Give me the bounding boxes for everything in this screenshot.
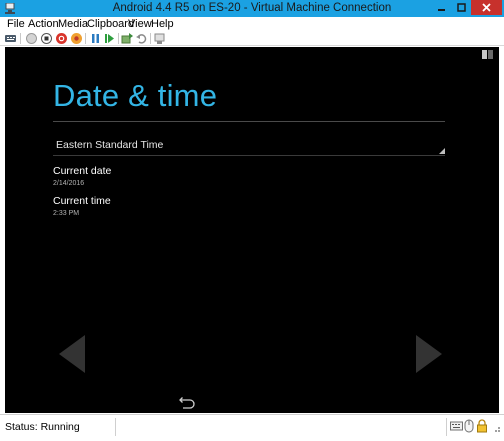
keyboard-icon	[450, 421, 463, 431]
mouse-icon	[464, 419, 474, 433]
maximize-icon	[457, 3, 466, 12]
window-titlebar[interactable]: Android 4.4 R5 on ES-20 - Virtual Machin…	[0, 0, 504, 17]
current-time-label: Current time	[53, 195, 111, 207]
vm-status: Status: Running	[5, 421, 80, 433]
current-date-value: 2/14/2016	[53, 180, 85, 187]
next-arrow-icon[interactable]	[416, 335, 442, 373]
enhanced-session-icon[interactable]	[153, 32, 166, 45]
window-title: Android 4.4 R5 on ES-20 - Virtual Machin…	[112, 2, 392, 14]
save-icon[interactable]	[70, 32, 83, 45]
current-date-label: Current date	[53, 165, 112, 177]
status-separator	[446, 418, 447, 436]
toolbar-separator	[150, 33, 151, 44]
menu-action[interactable]: Action	[28, 18, 59, 30]
shutdown-icon[interactable]	[55, 32, 68, 45]
close-icon	[482, 3, 491, 12]
pause-icon[interactable]	[89, 32, 102, 45]
current-time-value: 2:33 PM	[53, 210, 80, 217]
minimize-icon	[438, 9, 445, 11]
toolbar-separator	[118, 33, 119, 44]
close-button[interactable]	[471, 0, 502, 15]
toolbar	[0, 31, 504, 46]
title-divider	[53, 121, 445, 122]
lock-icon	[477, 419, 487, 433]
spinner-arrow-icon	[439, 148, 445, 154]
timezone-spinner[interactable]: Eastern Standard Time	[53, 135, 445, 156]
toolbar-separator	[20, 33, 21, 44]
previous-arrow-icon[interactable]	[59, 335, 85, 373]
menu-media[interactable]: Media	[58, 18, 88, 30]
current-time-setting[interactable]: Current time 2:33 PM	[53, 195, 111, 217]
current-date-setting[interactable]: Current date 2/14/2016	[53, 165, 111, 187]
minimize-button[interactable]	[432, 0, 451, 15]
resize-grip-icon[interactable]	[491, 419, 501, 433]
page-title: Date & time	[53, 78, 218, 113]
back-icon[interactable]	[176, 397, 196, 409]
turn-off-icon[interactable]	[40, 32, 53, 45]
menu-file[interactable]: File	[7, 18, 25, 30]
menu-bar: File Action Media Clipboard View Help	[0, 17, 504, 31]
vm-display[interactable]: Date & time Eastern Standard Time Curren…	[5, 47, 499, 413]
menu-overflow-icon[interactable]	[482, 50, 493, 59]
timezone-value: Eastern Standard Time	[56, 139, 164, 151]
status-separator	[115, 418, 116, 436]
ctrl-alt-del-icon[interactable]	[4, 32, 17, 45]
start-icon[interactable]	[25, 32, 38, 45]
revert-icon[interactable]	[135, 32, 148, 45]
checkpoint-icon[interactable]	[121, 32, 134, 45]
menu-help[interactable]: Help	[151, 18, 174, 30]
toolbar-separator	[85, 33, 86, 44]
maximize-button[interactable]	[452, 0, 471, 15]
status-bar: Status: Running	[0, 414, 504, 441]
menu-view[interactable]: View	[128, 18, 152, 30]
reset-icon[interactable]	[103, 32, 116, 45]
